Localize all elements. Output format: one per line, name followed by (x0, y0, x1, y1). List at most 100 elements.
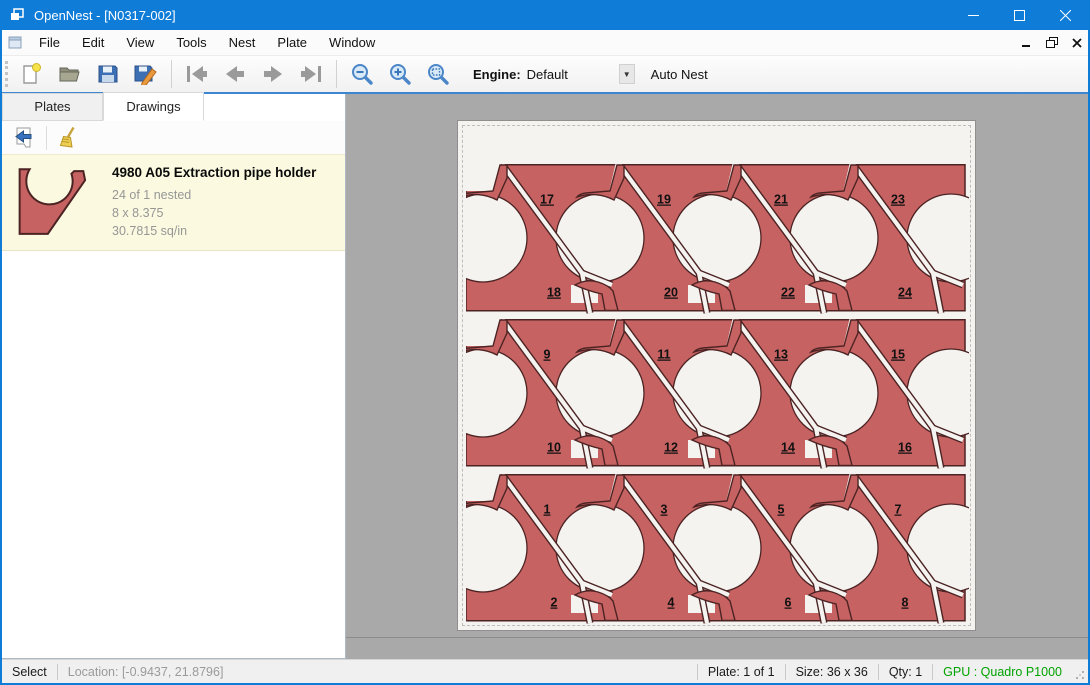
part-number: 15 (891, 348, 905, 362)
tab-drawings[interactable]: Drawings (103, 92, 204, 121)
part-number: 11 (657, 348, 670, 362)
panel-tabs: Plates Drawings (2, 94, 345, 121)
title-bar: OpenNest - [N0317-002] (2, 0, 1088, 30)
part-nested-count: 24 of 1 nested (112, 186, 316, 204)
part-dimensions: 8 x 8.375 (112, 204, 316, 222)
drawings-toolbar (2, 121, 345, 154)
toolbar-separator (171, 60, 172, 88)
auto-nest-button[interactable]: Auto Nest (645, 63, 714, 86)
app-window: OpenNest - [N0317-002] File Edit View To… (0, 0, 1090, 685)
engine-combobox[interactable]: Default ▼ (527, 64, 635, 84)
panel-toolbar-separator (46, 126, 47, 150)
status-bar: Select Location: [-0.9437, 21.8796] Plat… (2, 659, 1088, 683)
next-plate-button[interactable] (254, 58, 292, 90)
left-panel: Plates Drawings (2, 94, 346, 659)
part-title: 4980 A05 Extraction pipe holder (112, 165, 316, 180)
engine-value: Default (527, 67, 619, 82)
status-gpu: GPU : Quadro P1000 (933, 665, 1072, 679)
part-number: 19 (657, 193, 671, 207)
toolbar-grip[interactable] (5, 61, 13, 87)
part-number: 12 (664, 441, 678, 455)
first-plate-button[interactable] (178, 58, 216, 90)
next-arrow-icon (262, 65, 284, 83)
nested-parts-row[interactable]: 9 11 13 15 10 12 14 16 (466, 319, 969, 469)
mdi-close-button[interactable] (1072, 38, 1082, 48)
part-number: 14 (781, 441, 795, 455)
menu-view[interactable]: View (115, 31, 165, 54)
new-file-icon (21, 62, 43, 86)
status-location: Location: [-0.9437, 21.8796] (58, 665, 234, 679)
part-number: 5 (778, 503, 785, 517)
status-qty: Qty: 1 (879, 665, 932, 679)
save-icon (97, 63, 119, 85)
open-button[interactable] (51, 58, 89, 90)
menu-bar: File Edit View Tools Nest Plate Window (2, 30, 1088, 56)
new-button[interactable] (13, 58, 51, 90)
zoom-fit-button[interactable] (419, 58, 457, 90)
part-number: 1 (544, 503, 551, 517)
part-number: 16 (898, 441, 912, 455)
part-number: 13 (774, 348, 788, 362)
save-edit-icon (134, 63, 158, 85)
resize-grip[interactable] (1072, 660, 1088, 683)
part-number: 22 (781, 286, 795, 300)
maximize-button[interactable] (996, 0, 1042, 30)
part-area: 30.7815 sq/in (112, 222, 316, 240)
part-number: 9 (544, 348, 551, 362)
part-shape-icon (16, 166, 96, 238)
part-number: 7 (895, 503, 902, 517)
part-number: 21 (774, 193, 788, 207)
last-arrow-icon (299, 65, 323, 83)
mdi-window-edge (346, 637, 1088, 638)
menu-nest[interactable]: Nest (218, 31, 267, 54)
menu-tools[interactable]: Tools (165, 31, 217, 54)
tab-plates[interactable]: Plates (2, 93, 103, 121)
menu-edit[interactable]: Edit (71, 31, 115, 54)
menu-file[interactable]: File (28, 31, 71, 54)
zoom-fit-icon (426, 62, 450, 86)
close-button[interactable] (1042, 0, 1088, 30)
nested-parts-row[interactable]: 13572468 (466, 474, 969, 624)
mdi-minimize-button[interactable] (1022, 38, 1032, 47)
part-thumbnail (14, 163, 98, 240)
save-button[interactable] (89, 58, 127, 90)
window-title: OpenNest - [N0317-002] (32, 8, 950, 23)
zoom-out-button[interactable] (343, 58, 381, 90)
part-number: 2 (551, 596, 558, 610)
last-plate-button[interactable] (292, 58, 330, 90)
part-number: 23 (891, 193, 905, 207)
menu-plate[interactable]: Plate (266, 31, 318, 54)
part-number: 10 (547, 441, 561, 455)
engine-dropdown-button[interactable]: ▼ (619, 64, 635, 84)
nest-canvas[interactable]: 171921231820222491113151012141613572468 (346, 94, 1088, 659)
mdi-child-icon[interactable] (2, 36, 28, 49)
clear-parts-button[interactable] (53, 124, 85, 152)
nested-parts-row[interactable]: 17 19 21 23 18 20 22 24 (466, 164, 969, 314)
main-toolbar: Engine: Default ▼ Auto Nest (2, 56, 1088, 94)
drawing-list-item[interactable]: 4980 A05 Extraction pipe holder 24 of 1 … (2, 154, 345, 251)
part-number: 17 (540, 193, 554, 207)
menu-window[interactable]: Window (318, 31, 386, 54)
app-icon (2, 7, 32, 23)
return-part-button[interactable] (8, 124, 40, 152)
open-folder-icon (58, 63, 82, 85)
zoom-out-icon (350, 62, 374, 86)
mdi-restore-button[interactable] (1046, 37, 1058, 48)
minimize-button[interactable] (950, 0, 996, 30)
broom-icon (57, 126, 81, 150)
plate-sheet[interactable]: 171921231820222491113151012141613572468 (457, 120, 976, 631)
zoom-in-icon (388, 62, 412, 86)
status-size: Size: 36 x 36 (786, 665, 878, 679)
part-number: 18 (547, 286, 561, 300)
zoom-in-button[interactable] (381, 58, 419, 90)
part-number: 4 (668, 596, 675, 610)
status-plate: Plate: 1 of 1 (698, 665, 785, 679)
previous-plate-button[interactable] (216, 58, 254, 90)
part-number: 24 (898, 286, 912, 300)
save-as-button[interactable] (127, 58, 165, 90)
previous-arrow-icon (224, 65, 246, 83)
part-number: 20 (664, 286, 678, 300)
part-number: 8 (902, 596, 909, 610)
part-number: 3 (661, 503, 668, 517)
return-part-icon (12, 126, 36, 150)
